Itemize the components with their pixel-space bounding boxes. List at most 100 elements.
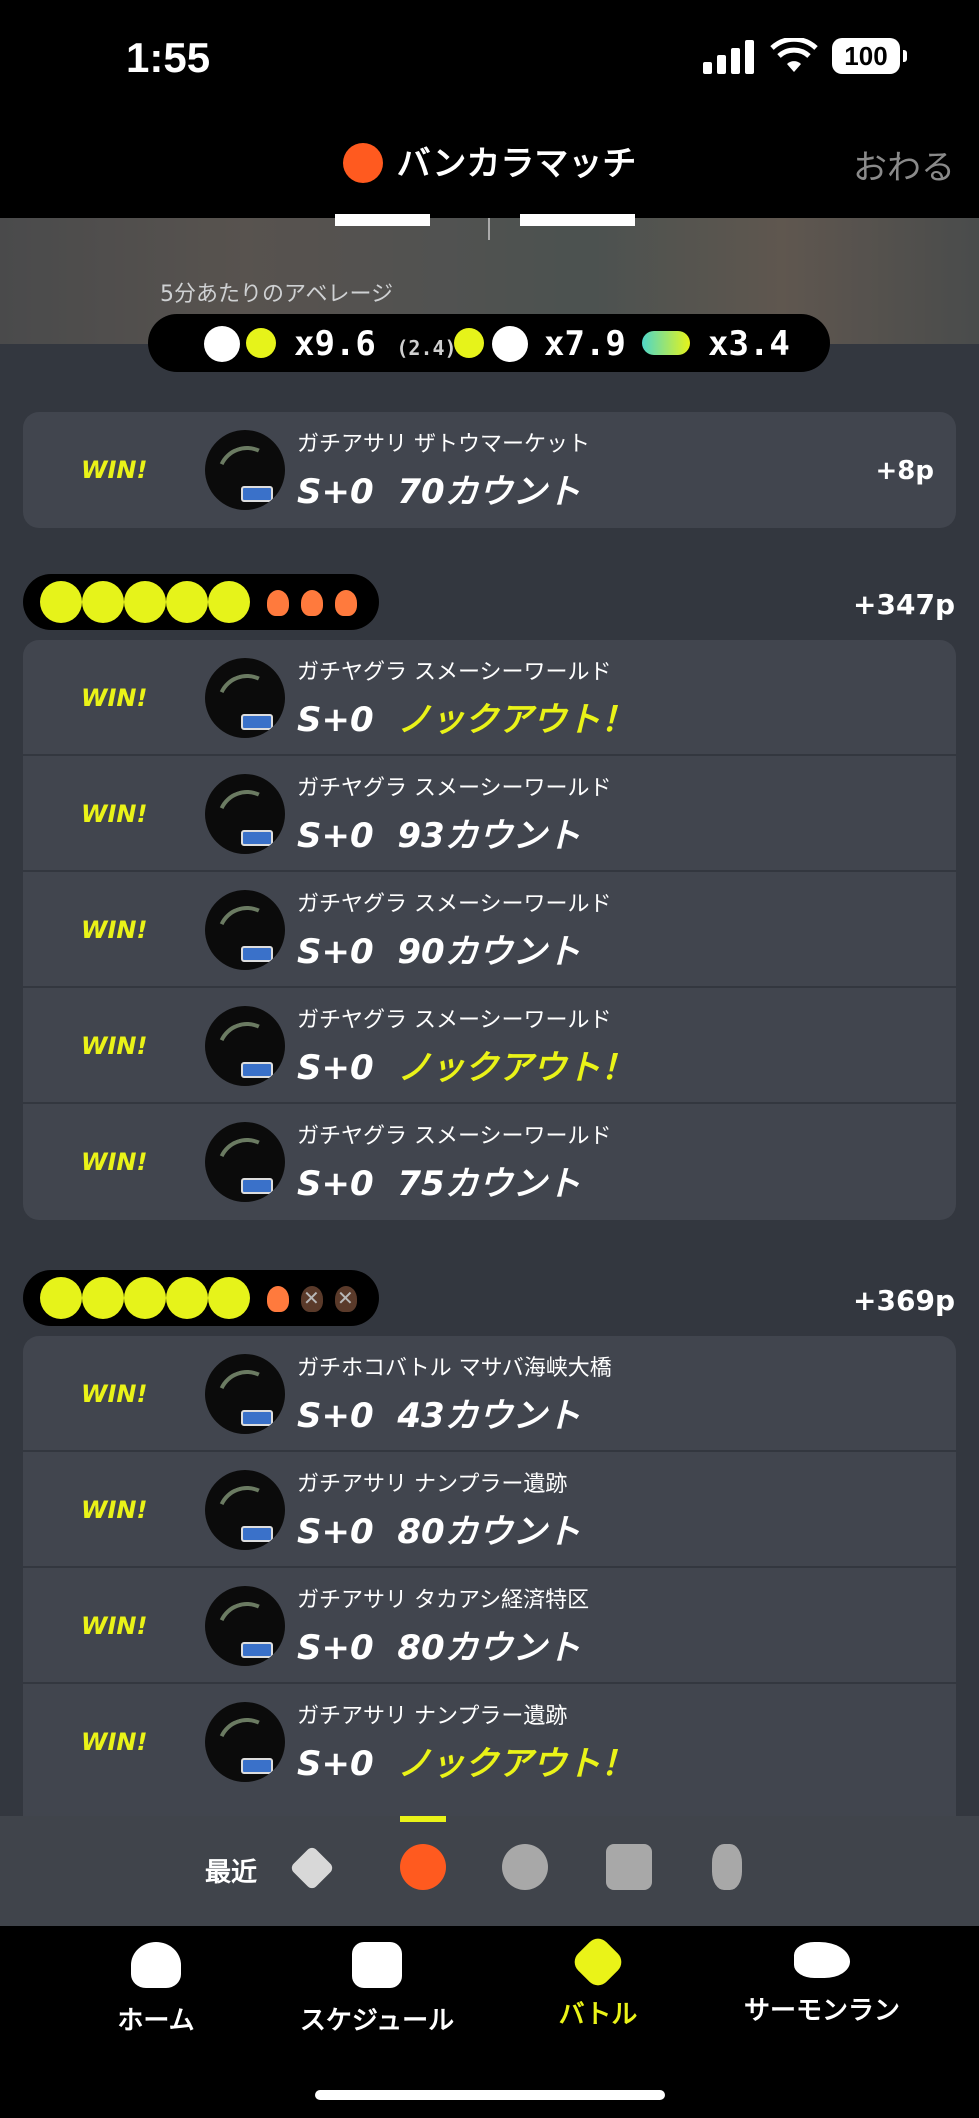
lost-life-icon <box>335 1286 357 1312</box>
match-row[interactable]: WIN! ガチアサリ ナンプラー遺跡 S+0 80カウント <box>23 1452 956 1568</box>
match-rank: S+0 <box>297 1628 374 1668</box>
win-splat-icon <box>211 1280 247 1316</box>
tab-schedule-label: スケジュール <box>299 2006 455 2036</box>
stat-deaths: x7.9 <box>544 324 626 364</box>
weapon-icon <box>205 890 285 970</box>
match-summary: S+0 93カウント <box>297 808 581 857</box>
match-summary: S+0 80カウント <box>297 1504 581 1553</box>
match-result: WIN! <box>81 456 148 484</box>
tab-battle-label: バトル <box>558 2000 638 2030</box>
match-result: WIN! <box>81 1728 148 1756</box>
match-mode-stage: ガチヤグラ スメーシーワールド <box>297 1124 612 1149</box>
match-row[interactable]: WIN! ガチヤグラ スメーシーワールド S+0 90カウント <box>23 872 956 988</box>
win-splat-icon <box>85 584 121 620</box>
filter-recent[interactable]: 最近 <box>205 1852 257 1889</box>
status-time: 1:55 <box>126 34 211 81</box>
app-header: バンカラマッチ おわる <box>0 110 979 218</box>
match-row[interactable]: WIN! ガチヤグラ スメーシーワールド S+0 ノックアウト！ <box>23 640 956 756</box>
match-result: WIN! <box>81 1148 148 1176</box>
stat-specials: x3.4 <box>708 324 790 364</box>
weapon-icon <box>205 430 285 510</box>
match-row[interactable]: WIN! ガチヤグラ スメーシーワールド S+0 75カウント <box>23 1104 956 1220</box>
screen: 1:55 100 バンカラマッチ おわる 5分あたりのアベレージ x9.6 (2… <box>0 0 979 2118</box>
close-button[interactable]: おわる <box>853 140 955 189</box>
match-summary: S+0 ノックアウト！ <box>297 1040 635 1089</box>
splat-icon <box>454 328 484 358</box>
match-summary: S+0 90カウント <box>297 924 581 973</box>
stat-kills: x9.6 (2.4) <box>294 324 457 364</box>
weapon-icon <box>205 1586 285 1666</box>
salmon-icon <box>794 1942 850 1978</box>
match-group-series1: WIN! ガチヤグラ スメーシーワールド S+0 ノックアウト！ WIN! ガチヤグラ … <box>23 640 956 1220</box>
weapon-icon <box>205 1470 285 1550</box>
match-mode-stage: ガチアサリ ナンプラー遺跡 <box>297 1704 568 1729</box>
league-battle-icon[interactable] <box>606 1844 652 1890</box>
tab-salmon-run[interactable]: サーモンラン <box>722 1942 922 2027</box>
match-score: 90カウント <box>397 932 581 972</box>
bankara-icon <box>342 142 383 183</box>
match-summary: S+0 43カウント <box>297 1388 581 1437</box>
match-score: ノックアウト！ <box>397 1744 635 1784</box>
match-rank: S+0 <box>297 1744 374 1784</box>
match-rank: S+0 <box>297 1048 374 1088</box>
weapon-icon <box>205 1702 285 1782</box>
score-left-fragment <box>335 214 430 226</box>
match-score: 75カウント <box>397 1164 581 1204</box>
match-group-single: WIN! ガチアサリ ザトウマーケット S+0 70カウント +8p <box>23 412 956 528</box>
win-splat-icon <box>43 584 79 620</box>
match-result: WIN! <box>81 684 148 712</box>
match-mode-stage: ガチヤグラ スメーシーワールド <box>297 1008 612 1033</box>
match-result: WIN! <box>81 800 148 828</box>
tab-schedule[interactable]: スケジュール <box>277 1942 477 2037</box>
life-icon <box>267 1286 289 1312</box>
match-summary: S+0 ノックアウト！ <box>297 1736 635 1785</box>
average-label: 5分あたりのアベレージ <box>160 282 394 307</box>
match-row[interactable]: WIN! ガチアサリ ザトウマーケット S+0 70カウント +8p <box>23 412 956 528</box>
win-splat-icon <box>169 584 205 620</box>
match-score: 80カウント <box>397 1512 581 1552</box>
match-row[interactable]: WIN! ガチヤグラ スメーシーワールド S+0 ノックアウト！ <box>23 988 956 1104</box>
match-summary: S+0 ノックアウト！ <box>297 692 635 741</box>
match-summary: S+0 70カウント <box>297 464 581 513</box>
mode-filter-bar: 最近 <box>0 1816 979 1926</box>
match-row[interactable]: WIN! ガチアサリ タカアシ経済特区 S+0 80カウント <box>23 1568 956 1684</box>
private-battle-icon[interactable] <box>712 1844 742 1890</box>
cellular-signal-icon <box>703 40 757 74</box>
weapon-icon <box>205 774 285 854</box>
match-summary: S+0 80カウント <box>297 1620 581 1669</box>
match-row[interactable]: WIN! ガチホコバトル マサバ海峡大橋 S+0 43カウント <box>23 1336 956 1452</box>
match-score: ノックアウト！ <box>397 1048 635 1088</box>
match-score: 43カウント <box>397 1396 581 1436</box>
match-mode-stage: ガチアサリ ナンプラー遺跡 <box>297 1472 568 1497</box>
win-splat-icon <box>211 584 247 620</box>
tab-home[interactable]: ホーム <box>56 1942 256 2037</box>
match-rank: S+0 <box>297 1512 374 1552</box>
match-mode-stage: ガチヤグラ スメーシーワールド <box>297 660 612 685</box>
match-rank: S+0 <box>297 700 374 740</box>
match-result: WIN! <box>81 1032 148 1060</box>
match-result: WIN! <box>81 1380 148 1408</box>
match-score: 80カウント <box>397 1628 581 1668</box>
match-row[interactable]: WIN! ガチヤグラ スメーシーワールド S+0 93カウント <box>23 756 956 872</box>
match-group-series2: WIN! ガチホコバトル マサバ海峡大橋 S+0 43カウント WIN! ガチアサリ ナ… <box>23 1336 956 1816</box>
series-points: +347p <box>853 588 955 621</box>
match-mode-stage: ガチヤグラ スメーシーワールド <box>297 776 612 801</box>
weapon-icon <box>205 658 285 738</box>
series-progress <box>23 574 379 630</box>
win-splat-icon <box>127 1280 163 1316</box>
match-mode-stage: ガチホコバトル マサバ海峡大橋 <box>297 1356 612 1381</box>
stat-assists: (2.4) <box>396 336 457 360</box>
match-row[interactable]: WIN! ガチアサリ ナンプラー遺跡 S+0 ノックアウト！ <box>23 1684 956 1800</box>
wifi-icon <box>770 38 818 72</box>
tab-battle[interactable]: バトル <box>498 1933 698 2031</box>
series-progress <box>23 1270 379 1326</box>
page-title-text: バンカラマッチ <box>396 144 637 184</box>
match-summary: S+0 75カウント <box>297 1156 581 1205</box>
match-mode-stage: ガチアサリ ザトウマーケット <box>297 432 590 457</box>
bankara-battle-icon[interactable] <box>400 1844 446 1890</box>
life-icon <box>267 590 289 616</box>
regular-battle-icon[interactable] <box>289 1845 335 1891</box>
x-battle-icon[interactable] <box>502 1844 548 1890</box>
splat-icon <box>246 328 276 358</box>
weapon-icon <box>205 1122 285 1202</box>
